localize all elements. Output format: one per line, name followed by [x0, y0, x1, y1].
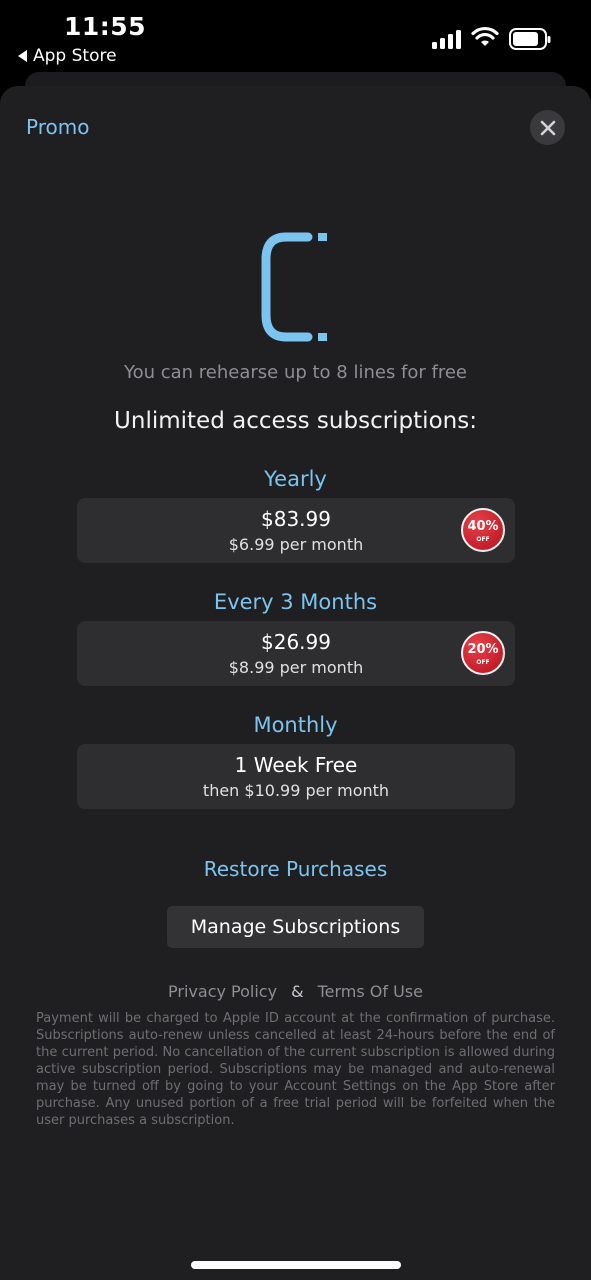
legal-links: Privacy Policy & Terms Of Use [0, 982, 591, 1001]
ampersand: & [291, 982, 304, 1001]
plan-monthly-trial: 1 Week Free [234, 753, 358, 777]
promo-link[interactable]: Promo [26, 115, 89, 139]
restore-purchases-link[interactable]: Restore Purchases [0, 857, 591, 881]
terms-of-use-link[interactable]: Terms Of Use [318, 982, 423, 1001]
discount-badge-percent: 40% [467, 519, 499, 534]
subscription-disclaimer: Payment will be charged to Apple ID acco… [36, 1011, 555, 1128]
discount-badge-percent: 20% [467, 642, 499, 657]
status-bar: 11:55 App Store [0, 0, 591, 72]
back-to-app-store[interactable]: App Store [18, 46, 117, 66]
screen: 11:55 App Store Promo You can rehearse u… [0, 0, 591, 1280]
plan-yearly-card[interactable]: $83.99 $6.99 per month 40% OFF [77, 498, 515, 563]
cellular-signal-icon [432, 29, 462, 49]
status-time: 11:55 [64, 12, 147, 41]
plan-monthly-card[interactable]: 1 Week Free then $10.99 per month [77, 744, 515, 809]
plan-yearly-price: $83.99 [261, 507, 331, 531]
home-indicator [191, 1261, 401, 1269]
plan-quarterly-price: $26.99 [261, 630, 331, 654]
discount-badge-off: OFF [476, 659, 490, 666]
back-app-label: App Store [33, 46, 117, 66]
plan-yearly-monthly-price: $6.99 per month [228, 535, 364, 554]
discount-badge-yearly: 40% OFF [461, 508, 505, 552]
plan-monthly-price: then $10.99 per month [202, 781, 390, 800]
plan-quarterly-monthly-price: $8.99 per month [228, 658, 364, 677]
privacy-policy-link[interactable]: Privacy Policy [168, 982, 277, 1001]
manage-subscriptions-button[interactable]: Manage Subscriptions [167, 906, 424, 948]
close-button[interactable] [530, 110, 565, 145]
subscription-sheet: Promo You can rehearse up to 8 lines for… [0, 86, 591, 1280]
close-icon [540, 120, 555, 135]
plan-quarterly-title: Every 3 Months [213, 590, 378, 614]
discount-badge-off: OFF [476, 536, 490, 543]
plan-quarterly-card[interactable]: $26.99 $8.99 per month 20% OFF [77, 621, 515, 686]
wifi-icon [471, 26, 499, 46]
plan-monthly-title: Monthly [253, 713, 338, 737]
discount-badge-quarterly: 20% OFF [461, 631, 505, 675]
battery-icon [509, 28, 551, 50]
subscriptions-headline: Unlimited access subscriptions: [114, 408, 477, 434]
free-lines-tagline: You can rehearse up to 8 lines for free [123, 362, 468, 383]
app-logo-icon [261, 232, 327, 342]
back-arrow-icon [18, 50, 27, 62]
plan-yearly-title: Yearly [264, 467, 327, 491]
